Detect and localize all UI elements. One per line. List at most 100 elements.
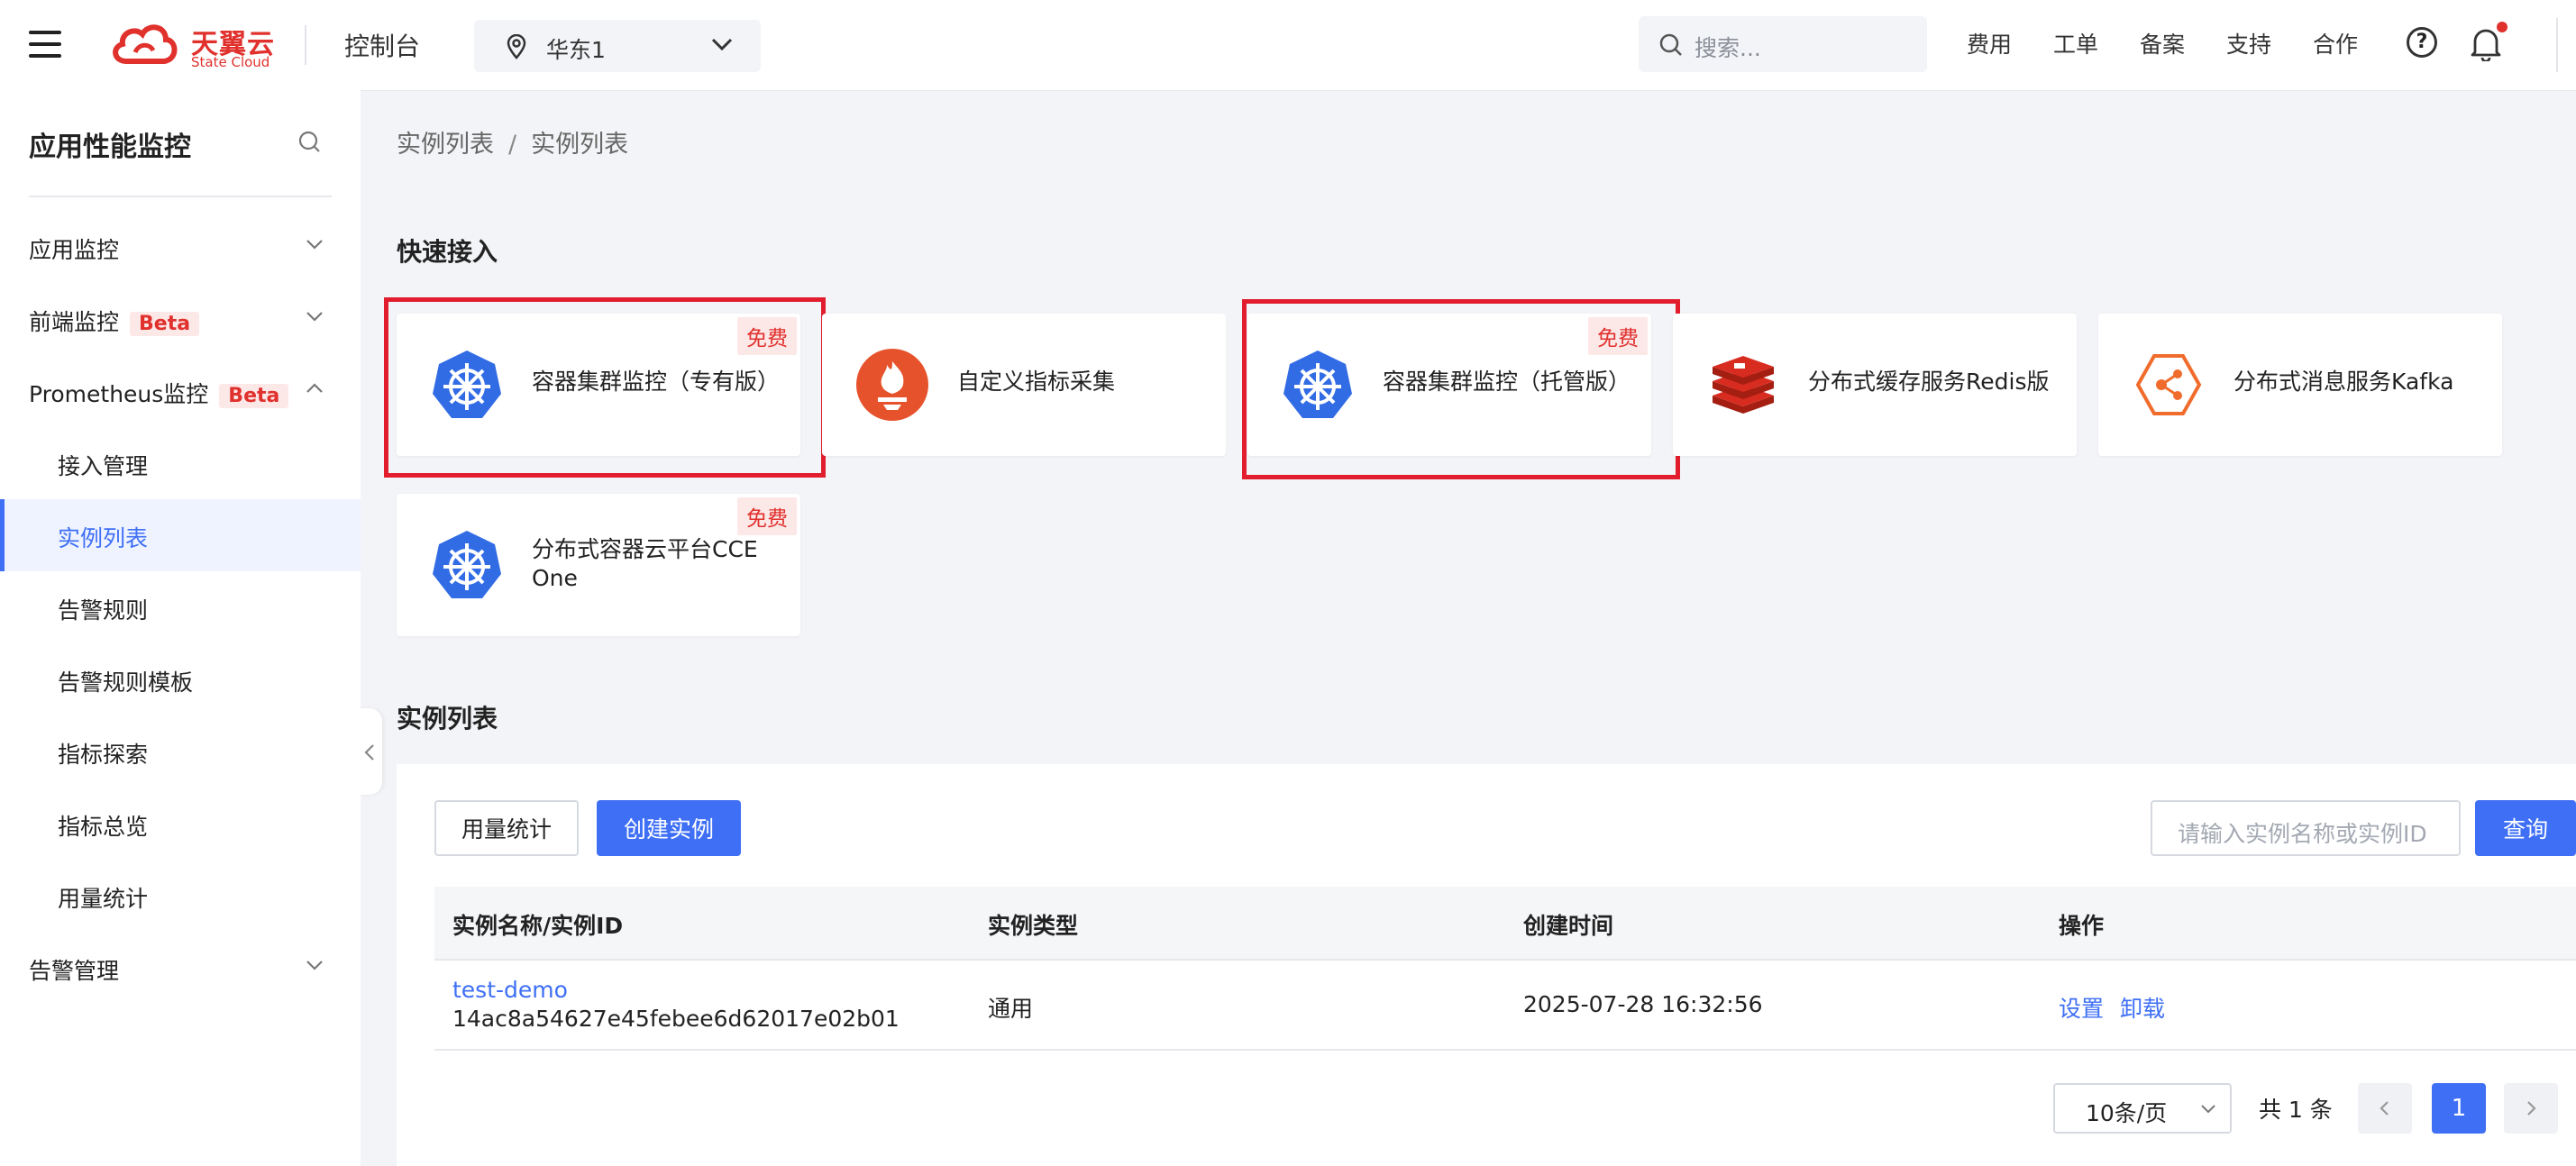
chevron-up-icon [306, 383, 323, 393]
instance-id: 14ac8a54627e45febee6d62017e02b01 [452, 1006, 900, 1032]
table-row: test-demo 14ac8a54627e45febee6d62017e02b… [434, 961, 2576, 1051]
sidebar-item-usage-stats[interactable]: 用量统计 [0, 860, 361, 932]
menu-icon[interactable] [29, 31, 61, 58]
sidebar-item-label: 前端监控 [29, 309, 120, 335]
header-divider [305, 25, 306, 65]
breadcrumb-parent[interactable]: 实例列表 [397, 131, 494, 159]
sidebar-collapse-handle[interactable] [359, 708, 382, 795]
global-search-input[interactable]: 搜索... [1639, 16, 1927, 72]
page-button-current[interactable]: 1 [2432, 1083, 2486, 1134]
card-label: 自定义指标采集 [957, 369, 1116, 395]
sidebar-item-label: 指标总览 [58, 814, 149, 840]
sidebar-item-alert-rule-templates[interactable]: 告警规则模板 [0, 643, 361, 715]
create-instance-button[interactable]: 创建实例 [597, 800, 741, 856]
breadcrumb-current: 实例列表 [531, 131, 629, 159]
logo-subtext: State Cloud [191, 54, 270, 70]
prometheus-icon [856, 349, 928, 421]
chevron-left-icon [2380, 1101, 2389, 1116]
chevron-down-icon [306, 961, 323, 970]
chevron-left-icon [364, 744, 374, 761]
nav-partner[interactable]: 合作 [2313, 27, 2358, 59]
quick-access-title: 快速接入 [397, 237, 498, 267]
active-indicator [0, 499, 5, 571]
card-label: 分布式缓存服务Redis版 [1808, 369, 2050, 395]
sidebar-item-label: Prometheus监控 [29, 381, 209, 407]
logo[interactable]: 天翼云 State Cloud [108, 20, 279, 72]
page-size-select[interactable]: 10条/页 [2053, 1083, 2232, 1134]
quick-card-cce-one[interactable]: 分布式容器云平台CCE One 免费 [397, 494, 800, 636]
card-label: 分布式消息服务Kafka [2233, 369, 2454, 395]
breadcrumb-separator: / [508, 131, 517, 159]
chevron-down-icon [711, 38, 733, 51]
chevron-down-icon [2201, 1105, 2215, 1114]
total-count: 共 1 条 [2259, 1097, 2333, 1123]
quick-card-custom-metrics[interactable]: 自定义指标采集 [822, 314, 1226, 456]
instance-created-time: 2025-07-28 16:32:56 [1523, 991, 1763, 1017]
chevron-down-icon [306, 240, 323, 250]
instance-list-title: 实例列表 [397, 704, 498, 733]
sidebar-item-metric-overview[interactable]: 指标总览 [0, 788, 361, 860]
header-edge-divider [2556, 18, 2558, 72]
beta-badge: Beta [130, 312, 200, 336]
instance-type: 通用 [988, 996, 1034, 1022]
sidebar-item-label: 告警规则模板 [58, 670, 194, 696]
column-header: 实例类型 [988, 913, 1079, 939]
cloud-logo-icon [113, 24, 178, 64]
sidebar-item-label: 指标探索 [58, 742, 149, 768]
notification-dot [2497, 22, 2507, 32]
redis-icon [1713, 356, 1774, 414]
beta-badge: Beta [219, 384, 289, 408]
help-icon[interactable]: ? [2407, 27, 2437, 58]
sidebar-item-frontend-monitor[interactable]: 前端监控 Beta [0, 283, 361, 355]
search-icon [1659, 33, 1682, 56]
card-label: 分布式容器云平台CCE One [532, 536, 758, 591]
sidebar-item-alert-management[interactable]: 告警管理 [0, 932, 361, 1004]
quick-card-redis[interactable]: 分布式缓存服务Redis版 [1673, 314, 2077, 456]
sidebar-item-label: 用量统计 [58, 886, 149, 912]
column-header: 实例名称/实例ID [452, 913, 624, 939]
uninstall-action-link[interactable]: 卸载 [2120, 991, 2165, 1024]
sidebar-item-alert-rules[interactable]: 告警规则 [0, 571, 361, 643]
highlight-box [1242, 299, 1680, 479]
sidebar-item-label: 实例列表 [58, 525, 149, 551]
search-placeholder: 搜索... [1694, 35, 1761, 61]
column-header: 创建时间 [1523, 913, 1614, 939]
sidebar-item-instance-list[interactable]: 实例列表 [0, 499, 361, 571]
sidebar-item-label: 告警规则 [58, 597, 149, 624]
free-badge: 免费 [737, 497, 797, 535]
top-bar: 天翼云 State Cloud 控制台 华东1 搜索... 费用 工单 备案 支… [0, 0, 2576, 90]
sidebar-item-metric-explore[interactable]: 指标探索 [0, 715, 361, 788]
sidebar-item-label: 接入管理 [58, 453, 149, 479]
instance-search-placeholder: 请输入实例名称或实例ID [2178, 821, 2427, 847]
sidebar-search-icon[interactable] [297, 130, 323, 155]
sidebar-item-access-management[interactable]: 接入管理 [0, 427, 361, 499]
next-page-button[interactable] [2504, 1083, 2558, 1134]
highlight-box [384, 297, 826, 478]
breadcrumb: 实例列表 / 实例列表 [397, 124, 628, 159]
instance-name-link[interactable]: test-demo [452, 977, 568, 1003]
query-button[interactable]: 查询 [2475, 800, 2576, 856]
chevron-down-icon [306, 312, 323, 322]
nav-filing[interactable]: 备案 [2140, 27, 2185, 59]
nav-tickets[interactable]: 工单 [2053, 27, 2098, 59]
page-size-value: 10条/页 [2086, 1100, 2168, 1126]
nav-fees[interactable]: 费用 [1967, 27, 2012, 59]
sidebar-divider [29, 196, 332, 197]
sidebar-item-prometheus[interactable]: Prometheus监控 Beta [0, 355, 361, 427]
sidebar-item-label: 告警管理 [29, 958, 120, 984]
nav-support[interactable]: 支持 [2226, 27, 2271, 59]
region-selector[interactable]: 华东1 [474, 20, 761, 72]
chevron-right-icon [2527, 1101, 2536, 1116]
settings-action-link[interactable]: 设置 [2059, 991, 2104, 1024]
usage-stats-button[interactable]: 用量统计 [434, 800, 579, 856]
location-pin-icon [507, 34, 526, 59]
instance-search-input[interactable]: 请输入实例名称或实例ID [2151, 800, 2461, 856]
quick-card-kafka[interactable]: 分布式消息服务Kafka [2098, 314, 2502, 456]
sidebar-title: 应用性能监控 [29, 132, 191, 163]
table-header: 实例名称/实例ID 实例类型 创建时间 操作 [434, 887, 2576, 961]
sidebar: 应用性能监控 应用监控 前端监控 Beta Prometheus监控 Beta 接入… [0, 90, 361, 1166]
region-label: 华东1 [546, 37, 606, 63]
sidebar-item-app-monitor[interactable]: 应用监控 [0, 211, 361, 283]
prev-page-button[interactable] [2358, 1083, 2412, 1134]
console-link[interactable]: 控制台 [344, 27, 420, 63]
